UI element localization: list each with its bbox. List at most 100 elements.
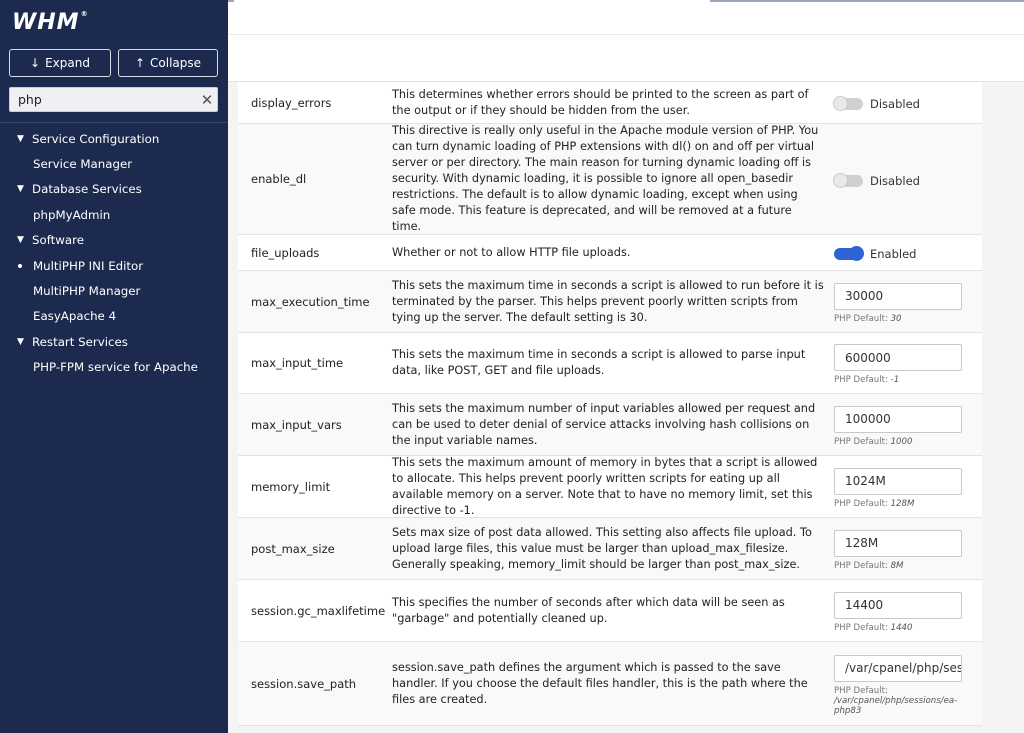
table-row: memory_limit This sets the maximum amount… — [238, 456, 982, 518]
sidebar-item-label: phpMyAdmin — [33, 207, 111, 222]
directive-name: session.save_path — [251, 676, 357, 691]
directive-name: max_input_vars — [251, 417, 342, 432]
directive-value: PHP Default: 8M — [834, 518, 982, 579]
collapse-label: Collapse — [150, 56, 202, 70]
directive-value: PHP Default: 128M — [834, 456, 982, 517]
sidebar-nav: ▼ Service Configuration Service Manager ▼ Da… — [0, 126, 228, 380]
sidebar-item[interactable]: phpMyAdmin — [0, 202, 228, 227]
directive-name: post_max_size — [251, 541, 335, 556]
php-default-value: 128M — [890, 498, 915, 509]
toggle-switch[interactable] — [833, 96, 863, 111]
sidebar-item[interactable]: PHP-FPM service for Apache — [0, 355, 228, 380]
directive-value: PHP Default: 1440 — [834, 580, 982, 641]
directive-value: Enabled — [834, 235, 982, 270]
directive-value: PHP Default: 1000 — [834, 394, 982, 455]
value-input[interactable] — [834, 405, 962, 433]
value-input[interactable] — [834, 591, 962, 619]
value-input[interactable] — [834, 344, 962, 371]
sidebar-item-label: MultiPHP INI Editor — [33, 258, 144, 273]
directive-description: This sets the maximum time in seconds a … — [392, 278, 824, 324]
sidebar-category[interactable]: ▼ Software — [0, 228, 228, 253]
table-row: file_uploads Whether or not to allow HTTP… — [238, 235, 982, 271]
directive-name: display_errors — [251, 95, 332, 110]
sidebar-category[interactable]: ▼ Restart Services — [0, 329, 228, 354]
sidebar-category[interactable]: ▼ Service Configuration — [0, 126, 228, 151]
top-bar — [228, 0, 1024, 82]
directive-description: This sets the maximum time in seconds a … — [392, 348, 806, 377]
directive-description: This directive is really only useful in … — [392, 124, 819, 233]
php-default-note: PHP Default: 1440 — [834, 623, 962, 633]
toggle-switch[interactable] — [833, 172, 863, 188]
table-row: max_execution_time This sets the maximum … — [238, 271, 982, 333]
header-divider — [228, 34, 1024, 35]
search-input[interactable] — [10, 92, 197, 107]
clear-search-icon[interactable]: ✕ — [197, 91, 217, 109]
sidebar-item-label: MultiPHP Manager — [33, 284, 141, 299]
directive-description: Sets max size of post data allowed. This… — [392, 525, 812, 571]
toggle-label: Disabled — [870, 97, 920, 111]
directive-description: This determines whether errors should be… — [392, 87, 809, 117]
directive-description: This specifies the number of seconds aft… — [392, 595, 785, 625]
php-default-note: PHP Default: 128M — [834, 499, 962, 509]
chevron-down-icon: ▼ — [17, 184, 24, 195]
table-row: enable_dl This directive is really only u… — [238, 124, 982, 235]
php-default-value: -1 — [890, 375, 900, 385]
ini-directives-table: display_errors This determines whether er… — [238, 82, 982, 726]
value-input[interactable] — [834, 467, 962, 495]
table-row: post_max_size Sets max size of post data … — [238, 518, 982, 580]
sidebar: WHM® ↓ Expand ↑ Collapse ✕ ▼ Service Conf… — [0, 0, 228, 733]
php-default-value: 1440 — [890, 622, 913, 633]
php-default-prefix: PHP Default: — [834, 375, 888, 385]
directive-value: PHP Default: -1 — [834, 333, 982, 393]
toggle-switch[interactable] — [834, 246, 864, 261]
expand-button[interactable]: ↓ Expand — [9, 49, 111, 77]
directive-name: enable_dl — [251, 172, 307, 186]
sidebar-item-label: Service Manager — [33, 157, 133, 172]
arrow-up-icon: ↑ — [134, 56, 146, 70]
value-input[interactable] — [834, 654, 962, 682]
sidebar-item[interactable]: Service Manager — [0, 151, 228, 176]
sidebar-item[interactable]: EasyApache 4 — [0, 304, 228, 329]
toggle-knob — [833, 172, 848, 188]
chevron-down-icon: ▼ — [17, 235, 24, 246]
chevron-down-icon: ▼ — [17, 336, 24, 347]
php-default-prefix: PHP Default: — [834, 560, 888, 571]
sidebar-item-label: Service Configuration — [32, 131, 160, 146]
table-row: session.gc_maxlifetime This specifies the… — [238, 580, 982, 642]
toggle-label: Enabled — [870, 247, 917, 261]
directive-value: Disabled — [833, 124, 982, 234]
table-row: max_input_vars This sets the maximum numb… — [238, 394, 982, 456]
collapse-button[interactable]: ↑ Collapse — [118, 49, 218, 77]
php-default-prefix: PHP Default: — [834, 685, 888, 696]
sidebar-item-label: Software — [32, 233, 85, 248]
toggle-control: Disabled — [833, 172, 982, 188]
directive-value: PHP Default: 30 — [834, 271, 982, 332]
php-default-prefix: PHP Default: — [834, 436, 888, 447]
toggle-knob — [849, 246, 864, 261]
directive-value: Disabled — [833, 82, 982, 123]
directive-description: session.save_path defines the argument w… — [392, 660, 808, 706]
directive-name: memory_limit — [251, 479, 331, 494]
directive-description: This sets the maximum amount of memory i… — [392, 455, 818, 517]
php-default-prefix: PHP Default: — [834, 622, 888, 633]
table-row: display_errors This determines whether er… — [238, 82, 982, 124]
directive-name: file_uploads — [251, 245, 320, 260]
sidebar-item-label: Restart Services — [32, 334, 128, 349]
arrow-down-icon: ↓ — [30, 56, 41, 70]
sidebar-divider — [0, 122, 228, 123]
sidebar-item-label: Database Services — [32, 182, 142, 197]
value-input[interactable] — [834, 282, 962, 310]
sidebar-item[interactable]: MultiPHP Manager — [0, 278, 228, 303]
php-default-note: PHP Default: 30 — [834, 314, 962, 324]
sidebar-item[interactable]: MultiPHP INI Editor — [0, 253, 228, 278]
directive-description: This sets the maximum number of input va… — [392, 401, 816, 447]
table-row: max_input_time This sets the maximum time… — [238, 333, 982, 394]
toggle-control: Enabled — [834, 246, 982, 261]
value-input[interactable] — [834, 529, 962, 557]
toggle-knob — [833, 96, 848, 111]
directive-description: Whether or not to allow HTTP file upload… — [392, 245, 631, 259]
whm-logo[interactable]: WHM® — [12, 10, 89, 35]
sidebar-category[interactable]: ▼ Database Services — [0, 177, 228, 202]
table-row: session.save_path session.save_path defin… — [238, 642, 982, 726]
php-default-value: /var/cpanel/php/sessions/ea-php83 — [834, 695, 958, 716]
